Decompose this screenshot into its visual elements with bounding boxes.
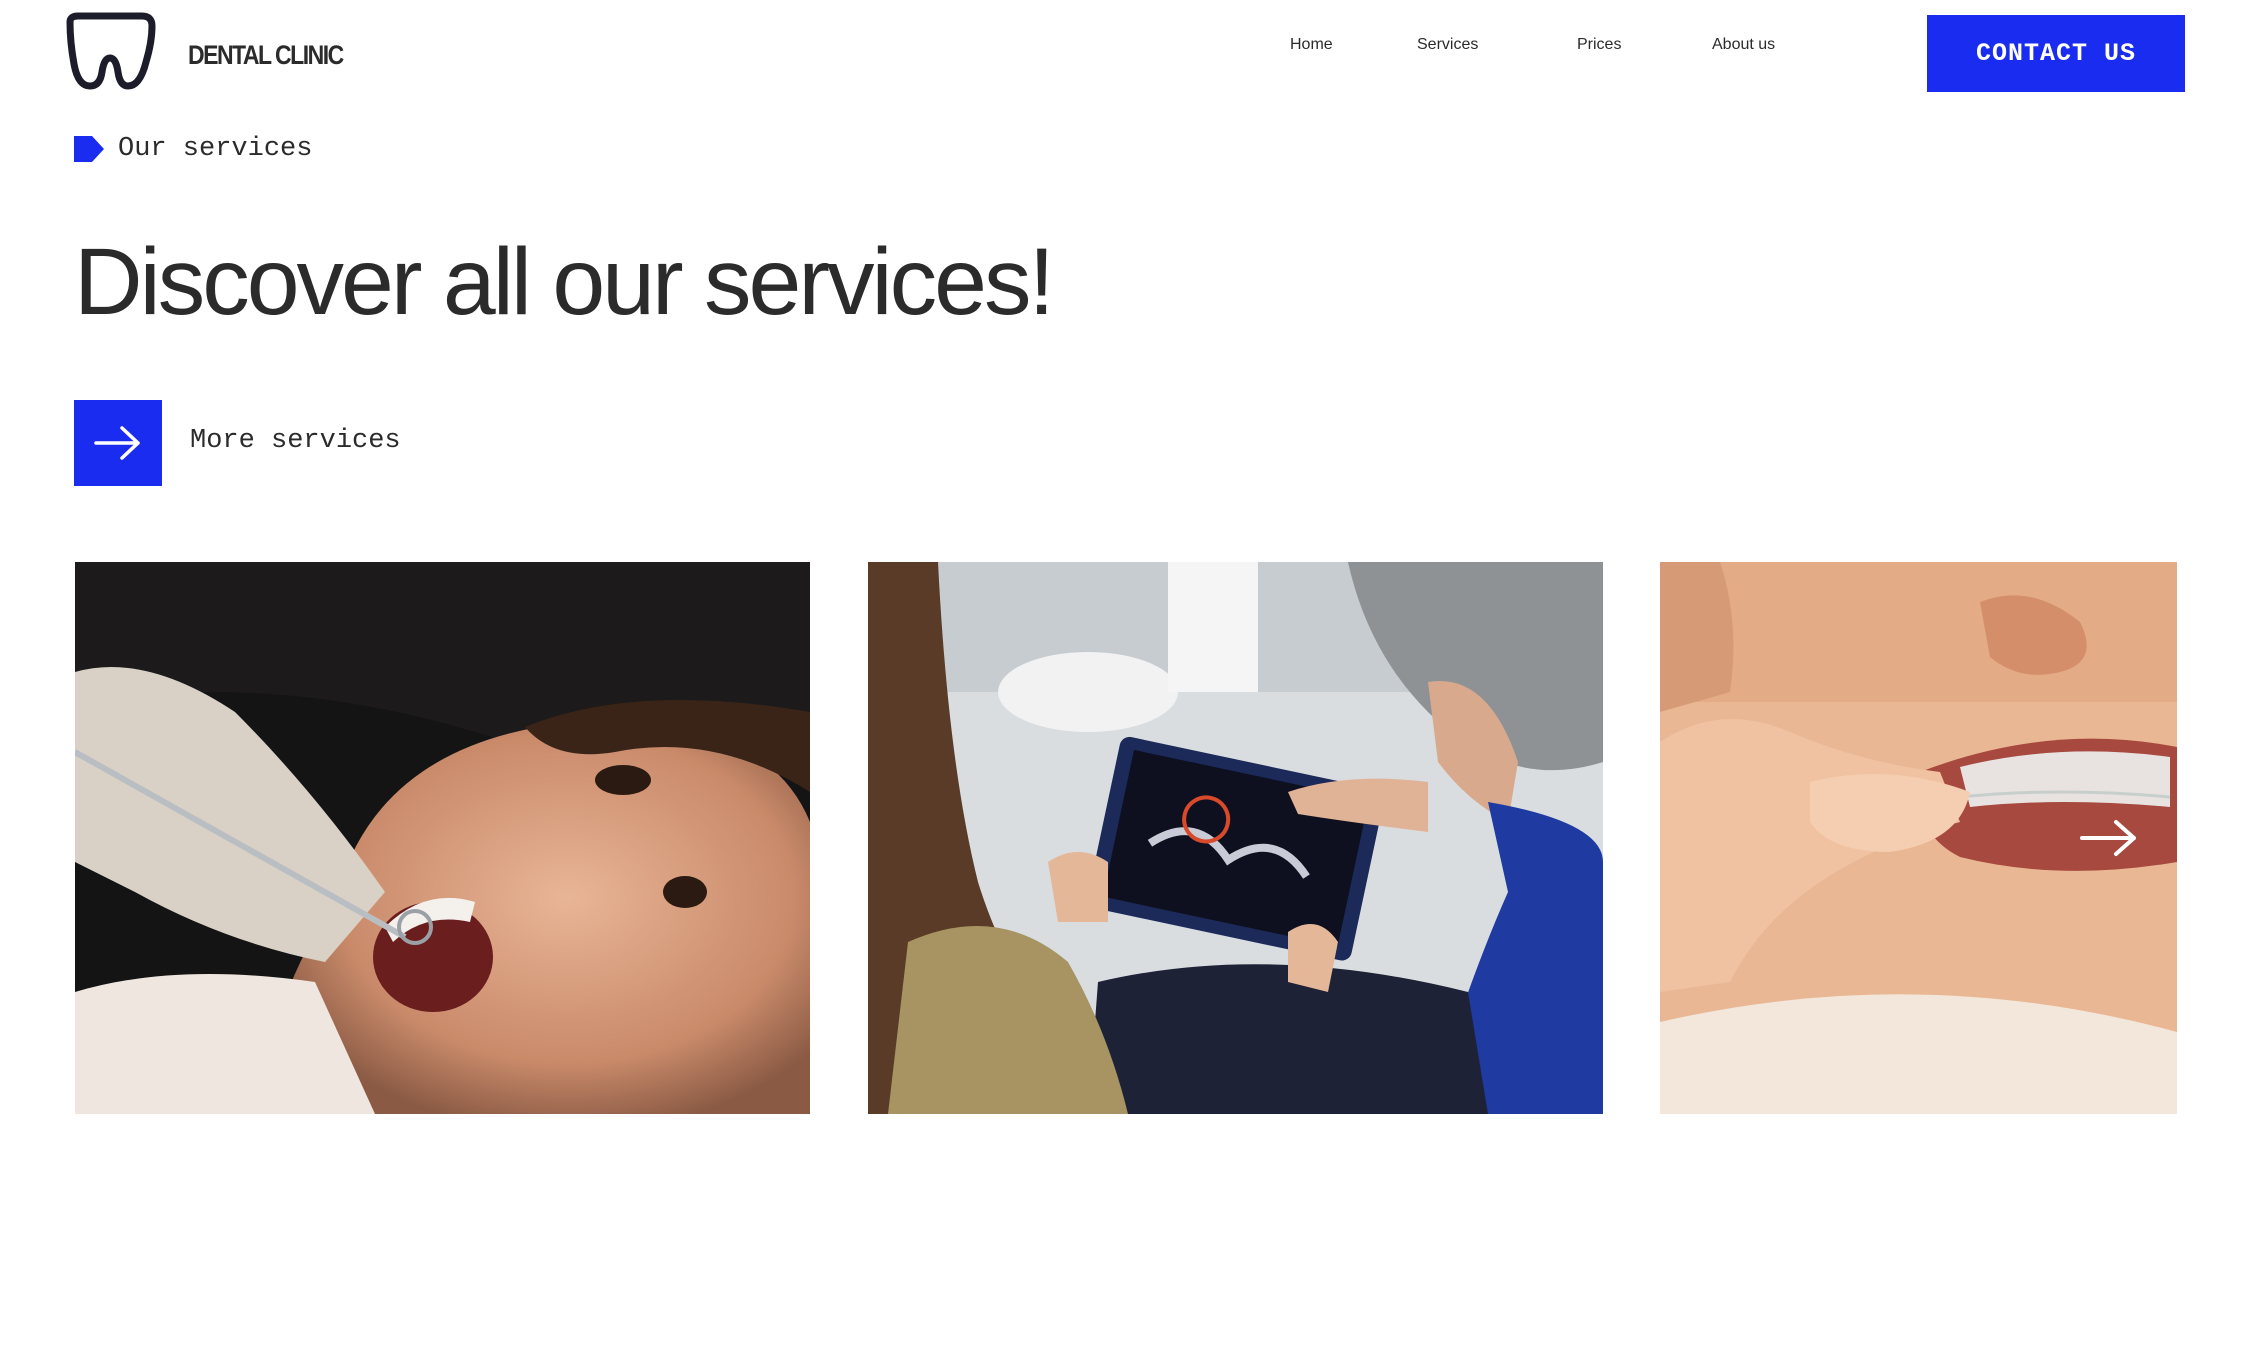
site-header: DENTAL CLINIC Home Services Prices About…: [0, 0, 2242, 110]
arrow-right-icon: [94, 426, 140, 460]
eyebrow-label: Our services: [118, 134, 313, 164]
dentist-examining-patient-photo: [75, 562, 810, 1114]
carousel-next-arrow-icon[interactable]: [2080, 818, 2138, 858]
contact-us-button[interactable]: CONTACT US: [1927, 15, 2185, 92]
section-eyebrow: Our services: [74, 134, 312, 164]
nav-home[interactable]: Home: [1290, 36, 1333, 54]
dentist-showing-xray-tablet-photo: [868, 562, 1603, 1114]
nav-prices[interactable]: Prices: [1577, 36, 1621, 54]
service-card-xray[interactable]: [868, 562, 1603, 1114]
more-services-label[interactable]: More services: [190, 426, 401, 456]
nav-services[interactable]: Services: [1417, 36, 1478, 54]
tag-icon: [74, 136, 104, 162]
more-services-button[interactable]: [74, 400, 162, 486]
service-card-checkup[interactable]: [75, 562, 810, 1114]
page-title: Discover all our services!: [74, 229, 1055, 335]
brand-name: DENTAL CLINIC: [188, 40, 344, 70]
nav-about-us[interactable]: About us: [1712, 36, 1775, 54]
tooth-logo-icon[interactable]: [62, 12, 158, 90]
